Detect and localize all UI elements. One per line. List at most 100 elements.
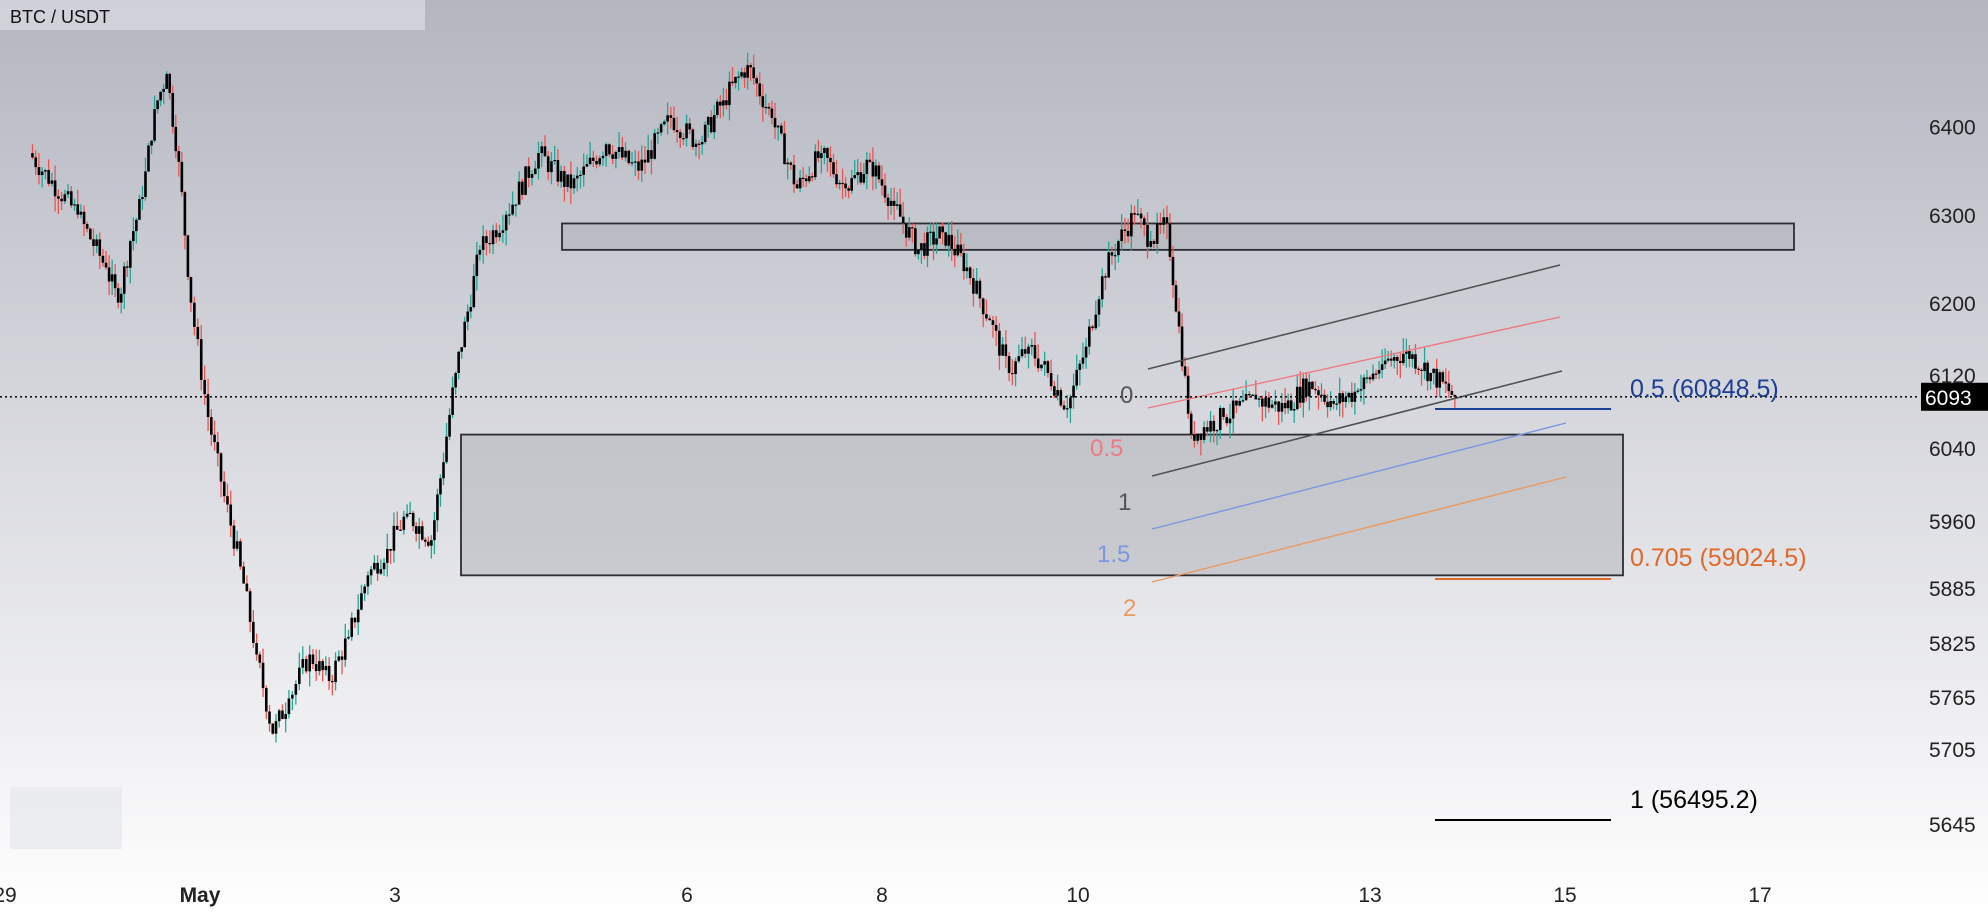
candle-down xyxy=(1261,398,1264,407)
candle-up xyxy=(566,174,569,187)
candle-up xyxy=(235,541,239,549)
candle-up xyxy=(1040,364,1043,369)
candle-up xyxy=(454,373,457,388)
y-axis-tick-label: 5960 xyxy=(1929,511,1976,534)
candle-up xyxy=(1027,346,1030,354)
candle-up xyxy=(1338,393,1341,404)
candle-up xyxy=(929,231,932,233)
candle-down xyxy=(832,162,835,175)
candle-up xyxy=(369,569,373,576)
candle-down xyxy=(1389,358,1393,361)
candle-up xyxy=(728,81,731,106)
candle-down xyxy=(944,232,947,246)
symbol-label[interactable]: BTC / USDT xyxy=(0,0,425,30)
candle-up xyxy=(1149,241,1153,247)
candle-up xyxy=(585,164,589,167)
candle-up xyxy=(633,161,637,163)
candle-down xyxy=(1046,361,1050,374)
candle-up xyxy=(301,658,305,668)
candle-up xyxy=(363,586,366,594)
candle-down xyxy=(868,159,872,162)
candle-down xyxy=(792,164,796,185)
candle-up xyxy=(956,244,960,256)
candle-up xyxy=(498,232,501,238)
candle-up xyxy=(1270,404,1274,408)
candle-down xyxy=(1212,420,1216,432)
candle-down xyxy=(125,266,129,268)
candle-up xyxy=(1438,372,1442,388)
candle-down xyxy=(1177,311,1181,327)
candle-down xyxy=(116,288,120,303)
candle-up xyxy=(559,170,563,182)
candle-up xyxy=(386,548,389,563)
candle-up xyxy=(737,76,740,78)
candle-up xyxy=(1030,345,1034,347)
candle-up xyxy=(1377,369,1381,374)
candle-down xyxy=(783,133,786,165)
candle-up xyxy=(156,100,159,110)
candle-up xyxy=(1295,386,1299,410)
candle-down xyxy=(1283,402,1287,409)
candle-down xyxy=(1104,276,1107,278)
candle-down xyxy=(258,654,262,663)
candle-up xyxy=(820,153,823,159)
candle-down xyxy=(264,688,268,712)
candle-up xyxy=(1088,326,1091,347)
candle-down xyxy=(1011,373,1014,375)
candlestick-chart[interactable]: 0 0.5 1 1.5 2 0.5 (60848.5) 0.705 (59024.5) 1 (… xyxy=(0,0,1988,922)
candle-down xyxy=(206,394,210,418)
candle-down xyxy=(107,267,111,282)
candle-down xyxy=(1036,358,1040,369)
candle-down xyxy=(595,160,598,165)
candle-down xyxy=(719,101,722,106)
candle-up xyxy=(1218,408,1222,431)
candle-down xyxy=(904,223,908,238)
candle-down xyxy=(1123,229,1127,231)
candle-up xyxy=(1130,213,1133,237)
candle-down xyxy=(731,81,734,84)
candle-up xyxy=(1365,377,1369,379)
candle-down xyxy=(1171,256,1175,286)
x-axis-tick-label: May xyxy=(180,884,221,907)
candle-down xyxy=(226,496,229,505)
candle-up xyxy=(1202,427,1206,440)
candle-down xyxy=(411,512,415,527)
candle-up xyxy=(343,638,347,660)
y-axis-tick-label: 6040 xyxy=(1929,438,1976,461)
candle-down xyxy=(1435,368,1438,388)
fib-retracement-label: 0.705 (59024.5) xyxy=(1630,544,1807,572)
candle-up xyxy=(1094,314,1098,329)
candle-up xyxy=(1423,362,1426,371)
candle-up xyxy=(466,311,470,322)
candle-down xyxy=(1091,326,1094,329)
y-axis-tick-label: 5765 xyxy=(1929,687,1976,710)
candle-up xyxy=(807,176,811,182)
candle-up xyxy=(129,241,132,268)
candle-up xyxy=(853,175,857,179)
candle-down xyxy=(743,72,746,78)
candle-down xyxy=(180,161,184,193)
candle-down xyxy=(1174,285,1178,312)
candle-down xyxy=(1408,351,1411,359)
candle-up xyxy=(1308,381,1311,397)
candle-up xyxy=(44,170,47,172)
candle-up xyxy=(1359,389,1363,391)
candle-up xyxy=(165,73,168,89)
candle-up xyxy=(694,143,698,148)
candle-down xyxy=(911,227,914,229)
candle-down xyxy=(427,541,430,546)
candle-up xyxy=(572,178,576,189)
candle-up xyxy=(1097,299,1101,315)
candle-up xyxy=(1100,276,1104,300)
candle-down xyxy=(92,239,95,247)
candle-down xyxy=(959,244,963,254)
candle-down xyxy=(1053,386,1056,396)
candle-down xyxy=(697,143,701,145)
candle-up xyxy=(478,249,482,255)
candle-up xyxy=(1056,390,1059,396)
candle-up xyxy=(1383,360,1387,365)
candle-up xyxy=(1069,397,1072,409)
candle-up xyxy=(656,132,660,134)
candle-down xyxy=(972,278,975,294)
candle-down xyxy=(758,83,762,97)
